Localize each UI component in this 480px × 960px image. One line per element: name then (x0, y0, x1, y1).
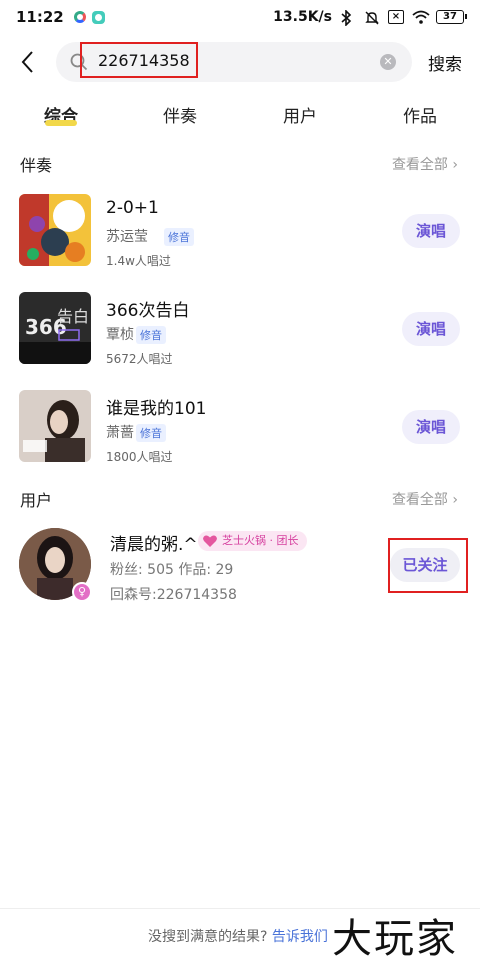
chevron-right-icon: › (452, 157, 458, 173)
tab-works[interactable]: 作品 (403, 102, 437, 127)
result-tabs: 综合 伴奏 用户 作品 (0, 100, 480, 136)
chevron-left-icon (21, 51, 33, 73)
clear-search-icon[interactable]: ✕ (380, 54, 396, 70)
notification-icons (73, 10, 105, 24)
sing-count: 1.4w人唱过 (106, 254, 171, 268)
status-right: 13.5K/s × 37 (273, 9, 467, 27)
sing-button[interactable]: 演唱 (402, 410, 460, 444)
sing-count: 1800人唱过 (106, 450, 173, 464)
fan-badge-label: 芝士火锅 · 团长 (222, 534, 299, 547)
status-time: 11:22 (16, 8, 64, 26)
mute-bell-icon (364, 10, 380, 25)
see-all-label: 查看全部 (391, 157, 448, 173)
song-title: 2-0+1 (106, 198, 159, 218)
app-notification-icon-2 (91, 10, 105, 24)
user-name[interactable]: 清晨的粥.^ (110, 530, 198, 555)
see-all-label: 查看全部 (391, 492, 448, 508)
wifi-icon (412, 10, 430, 24)
artist-name: 苏运莹 (106, 229, 148, 245)
song-title: 366次告白 (106, 301, 190, 321)
cover-image (19, 390, 91, 462)
active-tab-indicator (45, 120, 77, 126)
tab-users[interactable]: 用户 (283, 102, 317, 127)
accompaniment-item[interactable]: 谁是我的101 萧蔷 修音 1800人唱过 演唱 (0, 390, 480, 470)
tab-accompaniment[interactable]: 伴奏 (163, 102, 197, 127)
bluetooth-icon (340, 9, 356, 27)
artist-name: 覃桢 (106, 327, 134, 343)
cover-image: 366 告白 (19, 292, 91, 364)
heart-icon (203, 535, 217, 547)
footer-feedback: 没搜到满意的结果? 告诉我们 (148, 926, 328, 946)
sim-icon: × (388, 10, 404, 24)
user-section-title: 用户 (20, 491, 53, 510)
sing-count: 5672人唱过 (106, 352, 173, 366)
female-icon: ♀ (72, 582, 92, 602)
song-title: 谁是我的101 (106, 399, 207, 419)
user-stats: 粉丝: 505 作品: 29 (110, 562, 234, 578)
tuning-tag: 修音 (164, 228, 194, 246)
sing-button[interactable]: 演唱 (402, 214, 460, 248)
search-header: 226714358 ✕ 搜索 (0, 40, 480, 84)
sing-button[interactable]: 演唱 (402, 312, 460, 346)
app-notification-icon (73, 11, 86, 23)
tuning-tag: 修音 (136, 326, 166, 344)
user-see-all[interactable]: 查看全部 › (392, 489, 458, 509)
status-bar: 11:22 13.5K/s × 37 (0, 0, 480, 34)
accompaniment-item[interactable]: 2-0+1 苏运莹 修音 1.4w人唱过 演唱 (0, 194, 480, 274)
fan-group-badge: 芝士火锅 · 团长 (198, 531, 307, 551)
cover-image (19, 194, 91, 266)
tuning-tag: 修音 (136, 424, 166, 442)
back-button[interactable] (16, 46, 40, 78)
network-speed: 13.5K/s (273, 9, 332, 25)
search-button[interactable]: 搜索 (428, 50, 462, 75)
accompaniment-section-title: 伴奏 (20, 156, 53, 175)
accompaniment-see-all[interactable]: 查看全部 › (392, 154, 458, 174)
follow-highlight-box (388, 538, 468, 593)
footer-prompt: 没搜到满意的结果? (148, 929, 268, 945)
feedback-link[interactable]: 告诉我们 (272, 929, 328, 945)
artist-name: 萧蔷 (106, 425, 134, 441)
user-id: 回森号:226714358 (110, 587, 237, 603)
chevron-right-icon: › (452, 492, 458, 508)
accompaniment-item[interactable]: 366 告白 366次告白 覃桢 修音 5672人唱过 演唱 (0, 292, 480, 372)
watermark-logo: 大玩家 (332, 916, 458, 960)
query-highlight-box (80, 42, 198, 78)
battery-icon: 37 (436, 10, 467, 24)
svg-text:告白: 告白 (57, 307, 89, 326)
